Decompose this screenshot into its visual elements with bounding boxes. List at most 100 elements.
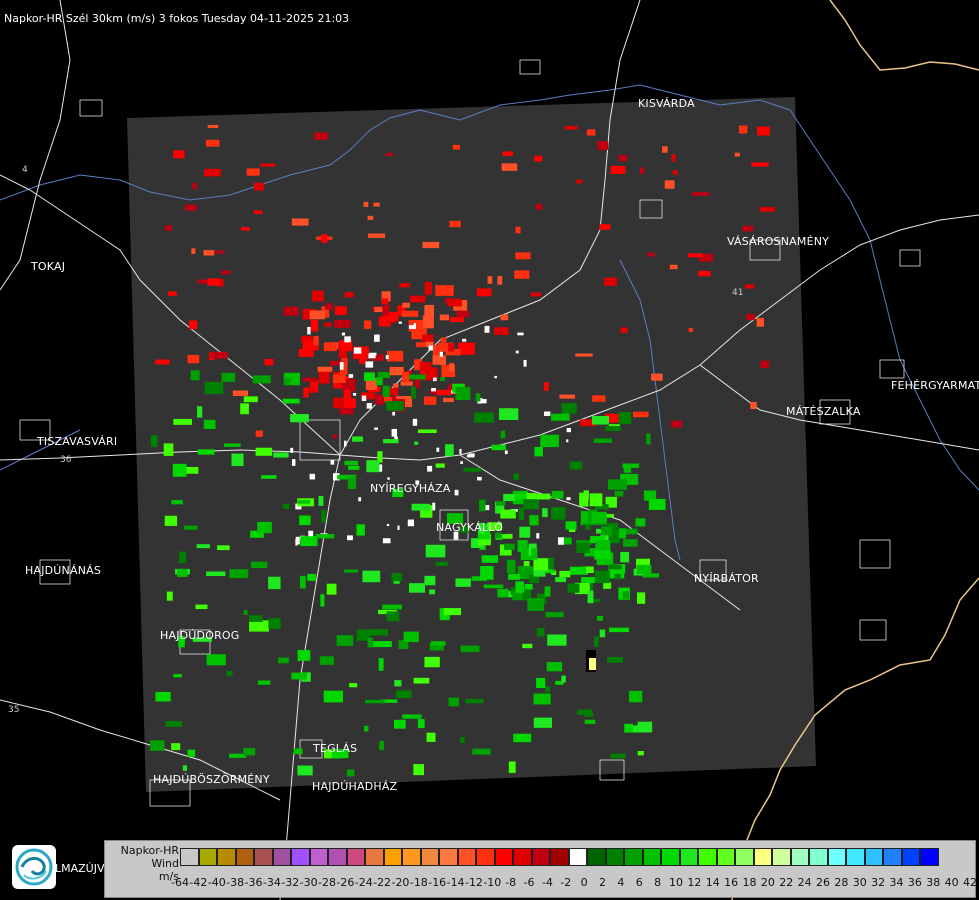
legend-tick-label: 36 [907, 876, 922, 889]
radar-echo [204, 381, 224, 395]
radar-echo [261, 475, 277, 479]
radar-echo [543, 411, 551, 416]
city-label: HAJDÚHADHÁZ [312, 780, 398, 793]
radar-echo [536, 493, 551, 500]
radar-echo [231, 453, 244, 467]
radar-echo [290, 414, 309, 423]
radar-echo [334, 306, 347, 315]
map-title: Napkor-HR Szél 30km (m/s) 3 fokos Tuesda… [4, 12, 350, 25]
legend-swatch [457, 848, 476, 866]
radar-echo [460, 645, 480, 653]
radar-echo [283, 306, 299, 316]
road-label: 41 [732, 288, 743, 298]
radar-echo [252, 375, 271, 384]
radar-echo [387, 477, 390, 480]
radar-echo [165, 720, 183, 727]
legend-tick-label: 38 [926, 876, 941, 889]
radar-echo [443, 608, 462, 616]
radar-echo [413, 323, 417, 328]
radar-echo [365, 361, 374, 368]
radar-echo [559, 394, 576, 399]
legend-swatch [254, 848, 273, 866]
radar-echo [439, 351, 443, 357]
radar-echo [515, 350, 519, 354]
radar-echo [651, 373, 663, 381]
legend-swatch [476, 848, 495, 866]
radar-echo [260, 163, 276, 167]
road-label: 35 [8, 705, 19, 715]
radar-echo [203, 250, 215, 256]
radar-echo [534, 446, 543, 457]
radar-echo [584, 719, 596, 724]
radar-echo [551, 507, 566, 520]
radar-echo [687, 253, 703, 258]
radar-echo [594, 636, 599, 647]
radar-echo [670, 420, 683, 428]
radar-echo [436, 447, 440, 452]
radar-echo [318, 496, 324, 506]
radar-echo [527, 598, 544, 611]
radar-echo [422, 334, 434, 342]
radar-echo [542, 508, 548, 517]
radar-echo [283, 503, 290, 509]
legend-swatch [272, 848, 291, 866]
radar-echo [459, 448, 462, 455]
radar-echo [465, 698, 484, 704]
radar-echo [632, 411, 649, 418]
legend-tick-label: -14 [446, 876, 465, 889]
city-label: MÁTÉSZALKA [786, 405, 861, 418]
radar-echo [386, 350, 404, 362]
legend-swatch [217, 848, 236, 866]
legend-tick-label: 30 [852, 876, 867, 889]
legend-title-line: Napkor-HR [120, 844, 179, 857]
radar-echo [476, 288, 492, 297]
radar-echo [586, 566, 594, 574]
radar-echo [636, 564, 652, 574]
radar-echo [398, 321, 402, 324]
radar-echo [346, 769, 355, 777]
radar-echo [372, 641, 392, 648]
radar-echo [604, 277, 617, 286]
radar-echo [195, 604, 208, 610]
radar-echo [303, 387, 309, 398]
radar-echo [589, 493, 603, 507]
legend-swatch [809, 848, 828, 866]
radar-echo [491, 444, 506, 451]
city-label: HAJDÚNÁNÁS [25, 564, 102, 577]
legend-tick-label: -40 [207, 876, 226, 889]
radar-echo [756, 318, 764, 327]
weather-logo-icon [12, 845, 56, 889]
radar-echo [356, 524, 365, 536]
radar-echo [575, 353, 593, 357]
radar-echo [508, 761, 516, 773]
legend-tick-label: 28 [834, 876, 849, 889]
radar-echo [449, 363, 455, 372]
radar-echo [460, 461, 463, 464]
radar-echo [297, 650, 311, 661]
radar-echo [185, 204, 197, 211]
radar-echo [622, 591, 630, 599]
radar-echo [432, 502, 436, 511]
radar-echo [595, 540, 611, 551]
radar-echo [257, 521, 272, 534]
legend-tick-label: -4 [541, 876, 553, 889]
legend-tick-label: -42 [189, 876, 208, 889]
radar-echo [531, 548, 538, 560]
radar-echo [302, 377, 317, 382]
radar-echo [555, 577, 567, 583]
radar-echo [455, 387, 471, 400]
radar-echo [207, 125, 219, 129]
radar-echo [163, 443, 174, 456]
radar-echo [448, 343, 455, 352]
radar-echo [243, 748, 256, 756]
radar-echo [559, 570, 571, 578]
radar-echo [393, 383, 399, 388]
radar-echo [309, 473, 316, 480]
radar-echo [480, 566, 494, 580]
radar-echo [401, 310, 419, 317]
radar-echo [502, 534, 513, 539]
city-label: NAGYKÁLLÓ [436, 521, 504, 534]
radar-echo [217, 545, 230, 551]
radar-echo [449, 220, 461, 228]
radar-echo [184, 525, 198, 530]
